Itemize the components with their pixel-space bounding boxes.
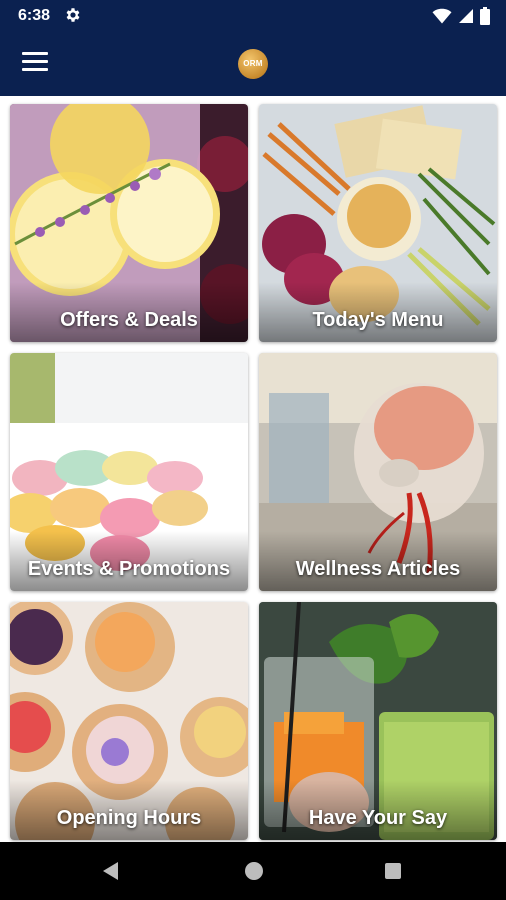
home-icon[interactable] <box>245 862 263 880</box>
tile-label: Events & Promotions <box>27 558 231 580</box>
app-logo: ORM <box>238 49 268 79</box>
navigation-bar <box>0 842 506 900</box>
hamburger-menu-icon[interactable] <box>22 52 48 74</box>
wifi-icon <box>432 8 452 29</box>
tile-label: Wellness Articles <box>295 558 461 580</box>
back-icon[interactable] <box>103 862 118 880</box>
gear-icon <box>64 6 82 29</box>
tile-opening-hours[interactable]: Opening Hours <box>10 602 248 840</box>
battery-icon <box>480 7 490 30</box>
recents-icon[interactable] <box>385 863 401 879</box>
tile-wellness-articles[interactable]: Wellness Articles <box>259 353 497 591</box>
tile-label: Have Your Say <box>308 807 448 829</box>
status-time: 6:38 <box>18 7 51 24</box>
tile-offers-deals[interactable]: Offers & Deals <box>10 104 248 342</box>
tile-have-your-say[interactable]: Have Your Say <box>259 602 497 840</box>
app-bar: ORM <box>0 32 506 96</box>
signal-icon <box>458 8 474 29</box>
tile-label: Offers & Deals <box>60 309 198 331</box>
tile-label: Opening Hours <box>56 807 202 829</box>
tile-label: Today's Menu <box>312 309 444 331</box>
tile-todays-menu[interactable]: Today's Menu <box>259 104 497 342</box>
tile-events-promotions[interactable]: Events & Promotions <box>10 353 248 591</box>
status-bar: 6:38 <box>0 0 506 32</box>
